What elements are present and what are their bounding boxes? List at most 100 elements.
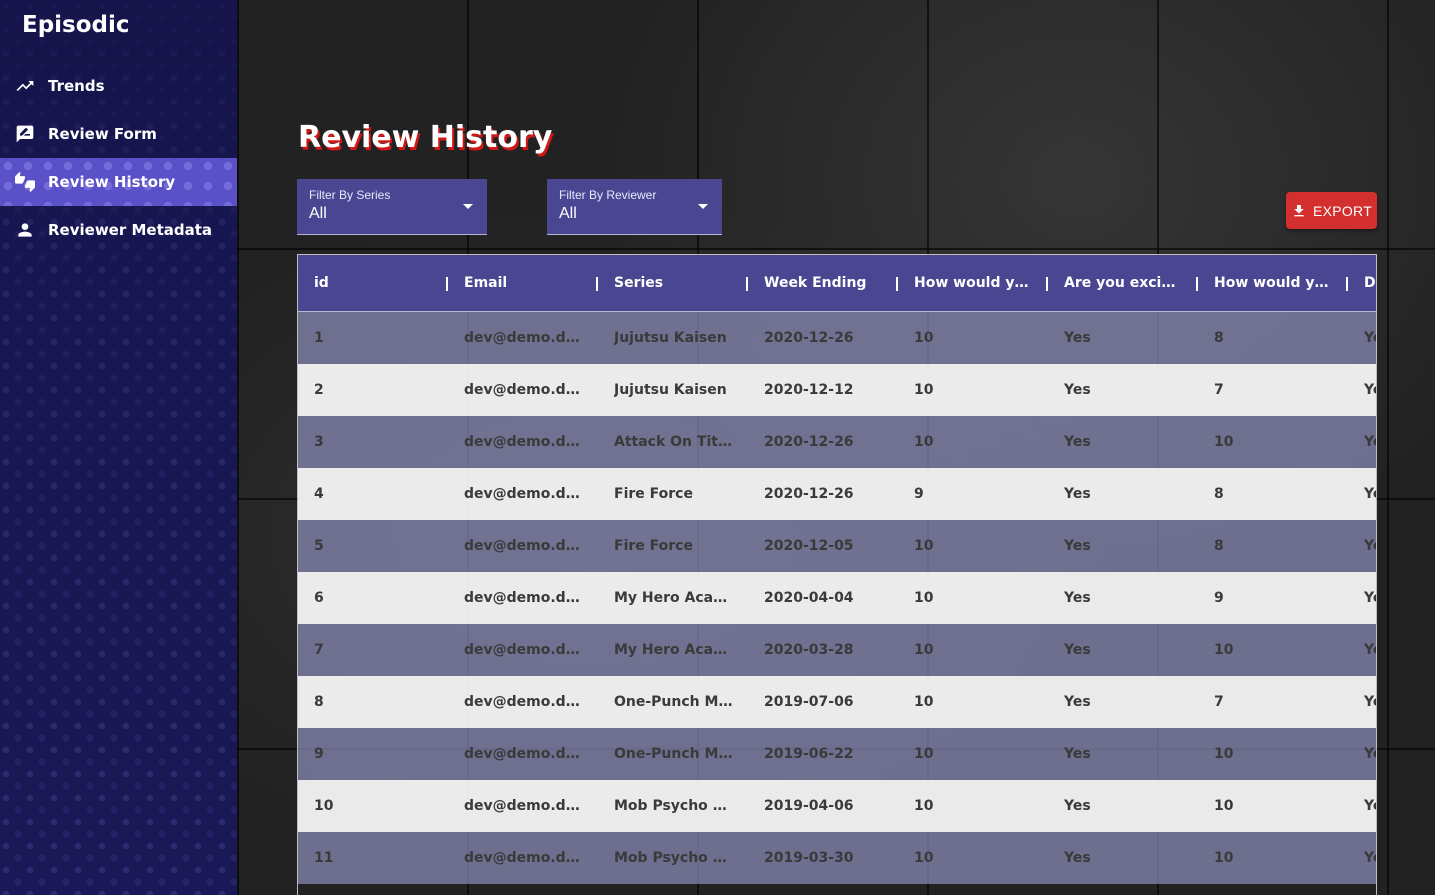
table-cell: dev@demo.dev — [448, 728, 598, 780]
table-cell-text: Ye — [1364, 694, 1376, 710]
table-cell: Mob Psycho 1... — [598, 780, 748, 832]
table-row[interactable]: 8 dev@demo.dev One-Punch Man 2019-07-06 10 Ye… — [298, 676, 1376, 728]
table-cell: 4 — [298, 468, 448, 520]
column-header[interactable]: Email — [448, 255, 598, 311]
column-header-label: D — [1364, 275, 1376, 291]
table-cell-text: 10 — [914, 746, 934, 762]
table-row[interactable]: 3 dev@demo.dev Attack On Titan 2020-12-26 10… — [298, 416, 1376, 468]
table-row[interactable]: 11 dev@demo.dev Mob Psycho 1... 2019-03-30 1… — [298, 832, 1376, 884]
sidebar-item-label: Trends — [48, 77, 105, 95]
table-cell-text: 9 — [1214, 590, 1224, 606]
table-row[interactable]: 10 dev@demo.dev Mob Psycho 1... 2019-04-06 1… — [298, 780, 1376, 832]
table-cell: 10 — [898, 624, 1048, 676]
download-icon — [1294, 204, 1304, 216]
filter-by-reviewer-select[interactable]: Filter By Reviewer All — [547, 179, 722, 235]
sidebar-item-review-history[interactable]: Review History — [0, 158, 237, 206]
filter-by-series-select[interactable]: Filter By Series All — [297, 179, 487, 235]
column-header[interactable]: Week Ending — [748, 255, 898, 311]
table-cell-text: Yes — [1064, 382, 1091, 398]
table-cell-text: 10 — [1214, 798, 1234, 814]
table-cell-text: 2019-03-30 — [764, 850, 854, 866]
table-cell-text: Mob Psycho 1... — [614, 850, 734, 866]
table-cell-text: Yes — [1064, 850, 1091, 866]
table-cell: Ye — [1348, 832, 1376, 884]
table-cell-text: Jujutsu Kaisen — [614, 330, 727, 346]
table-cell-text: 4 — [314, 486, 324, 502]
table-cell: Yes — [1048, 416, 1198, 468]
table-cell: 7 — [1198, 364, 1348, 416]
table-cell-text: 10 — [1214, 746, 1234, 762]
column-header[interactable]: id — [298, 255, 448, 311]
column-header[interactable]: How would yo... — [898, 255, 1048, 311]
sidebar-item-reviewer-metadata[interactable]: Reviewer Metadata — [0, 206, 237, 254]
table-row[interactable]: 6 dev@demo.dev My Hero Acad... 2020-04-04 10… — [298, 572, 1376, 624]
table-cell: Yes — [1048, 312, 1198, 364]
table-cell: 6 — [298, 572, 448, 624]
table-cell-text: 2019-07-06 — [764, 694, 854, 710]
table-cell: dev@demo.dev — [448, 416, 598, 468]
table-cell: dev@demo.dev — [448, 832, 598, 884]
table-cell-text: Fire Force — [614, 538, 693, 554]
table-cell: 3 — [298, 416, 448, 468]
table-cell-text: Ye — [1364, 538, 1376, 554]
table-cell-text: 1 — [314, 330, 324, 346]
table-cell: dev@demo.dev — [448, 780, 598, 832]
table-cell-text: 10 — [914, 434, 934, 450]
table-cell-text: dev@demo.dev — [464, 486, 584, 502]
table-row[interactable]: 4 dev@demo.dev Fire Force 2020-12-26 9 Yes 8 Ye — [298, 468, 1376, 520]
table-cell-text: Yes — [1064, 798, 1091, 814]
table-cell: dev@demo.dev — [448, 624, 598, 676]
page-title: Review History — [298, 120, 553, 155]
table-cell: Yes — [1048, 624, 1198, 676]
table-cell: 10 — [898, 312, 1048, 364]
table-cell: 5 — [298, 520, 448, 572]
table-cell: 10 — [898, 364, 1048, 416]
table-cell: Attack On Titan — [598, 416, 748, 468]
table-cell-text: Yes — [1064, 642, 1091, 658]
table-cell: 2020-12-26 — [748, 312, 898, 364]
table-cell-text: Ye — [1364, 746, 1376, 762]
table-cell: 2019-06-22 — [748, 728, 898, 780]
table-cell-text: Attack On Titan — [614, 434, 734, 450]
table-row[interactable]: 7 dev@demo.dev My Hero Acad... 2020-03-28 10… — [298, 624, 1376, 676]
table-row[interactable]: 2 dev@demo.dev Jujutsu Kaisen 2020-12-12 10 Y… — [298, 364, 1376, 416]
table-cell-text: 10 — [914, 642, 934, 658]
column-header-label: How would yo... — [1214, 275, 1332, 291]
table-cell-text: dev@demo.dev — [464, 798, 584, 814]
table-cell: 10 — [298, 780, 448, 832]
table-cell-text: Yes — [1064, 434, 1091, 450]
filter-label: Filter By Series — [309, 188, 391, 202]
table-cell-text: 10 — [914, 798, 934, 814]
column-header[interactable]: Series — [598, 255, 748, 311]
table-cell-text: 8 — [1214, 330, 1224, 346]
table-cell-text: 10 — [914, 590, 934, 606]
column-header[interactable]: D — [1348, 255, 1376, 311]
table-cell: One-Punch Man — [598, 676, 748, 728]
table-cell-text: 2020-04-04 — [764, 590, 854, 606]
table-cell: 10 — [898, 520, 1048, 572]
filter-label: Filter By Reviewer — [559, 188, 657, 202]
sidebar-item-review-form[interactable]: Review Form — [0, 110, 237, 158]
table-body: 1 dev@demo.dev Jujutsu Kaisen 2020-12-26 10 Y… — [298, 312, 1376, 884]
table-row[interactable]: 5 dev@demo.dev Fire Force 2020-12-05 10 Yes 8 Y… — [298, 520, 1376, 572]
table-cell: 2019-07-06 — [748, 676, 898, 728]
sidebar-item-trends[interactable]: Trends — [0, 62, 237, 110]
table-cell-text: Ye — [1364, 382, 1376, 398]
table-cell: 8 — [1198, 468, 1348, 520]
table-row[interactable]: 1 dev@demo.dev Jujutsu Kaisen 2020-12-26 10 Y… — [298, 312, 1376, 364]
column-header[interactable]: Are you excit... — [1048, 255, 1198, 311]
export-button[interactable]: EXPORT — [1286, 192, 1377, 229]
table-cell: Ye — [1348, 312, 1376, 364]
column-header[interactable]: How would yo... — [1198, 255, 1348, 311]
sidebar-item-label: Review History — [48, 173, 176, 191]
table-cell: dev@demo.dev — [448, 312, 598, 364]
table-cell: 8 — [298, 676, 448, 728]
sidebar: Episodic Trends Review Form Review Histo… — [0, 0, 237, 895]
table-cell-text: One-Punch Man — [614, 694, 734, 710]
table-cell-text: 10 — [314, 798, 334, 814]
table-cell-text: 9 — [914, 486, 924, 502]
table-row[interactable]: 9 dev@demo.dev One-Punch Man 2019-06-22 10 Ye… — [298, 728, 1376, 780]
table-cell-text: 10 — [914, 330, 934, 346]
table-cell: 2019-04-06 — [748, 780, 898, 832]
table-cell-text: 8 — [1214, 538, 1224, 554]
